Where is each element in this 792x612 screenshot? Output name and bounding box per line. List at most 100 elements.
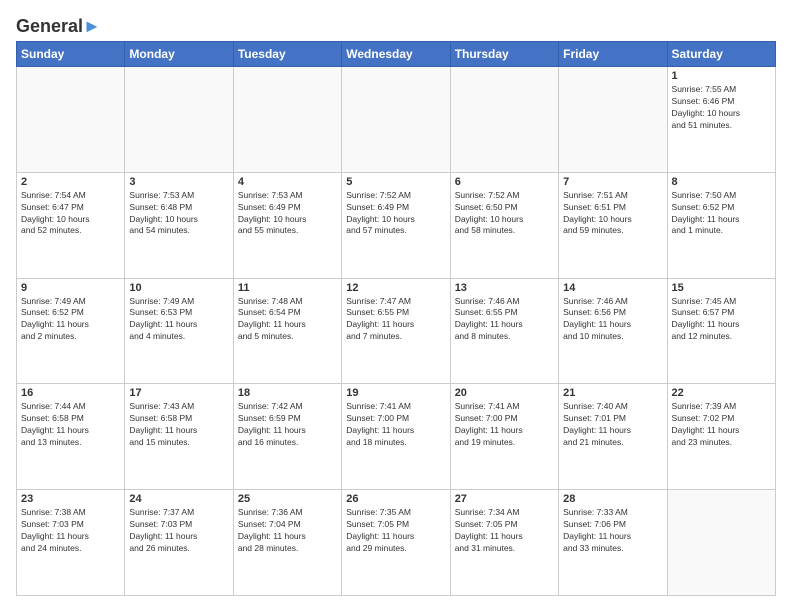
day-number: 7 — [563, 176, 662, 188]
day-info: Sunrise: 7:38 AM Sunset: 7:03 PM Dayligh… — [21, 507, 120, 555]
day-header-friday: Friday — [559, 42, 667, 67]
day-number: 10 — [129, 282, 228, 294]
calendar-cell: 9 Sunrise: 7:49 AM Sunset: 6:52 PM Daylig… — [17, 278, 125, 384]
day-info: Sunrise: 7:51 AM Sunset: 6:51 PM Dayligh… — [563, 190, 662, 238]
calendar-cell: 22 Sunrise: 7:39 AM Sunset: 7:02 PM Dayli… — [667, 384, 775, 490]
day-header-sunday: Sunday — [17, 42, 125, 67]
day-info: Sunrise: 7:40 AM Sunset: 7:01 PM Dayligh… — [563, 401, 662, 449]
calendar-cell — [450, 67, 558, 173]
calendar-cell — [233, 67, 341, 173]
calendar-cell: 5 Sunrise: 7:52 AM Sunset: 6:49 PM Daylig… — [342, 172, 450, 278]
day-number: 8 — [672, 176, 771, 188]
calendar-week-1: 1Sunrise: 7:55 AM Sunset: 6:46 PM Daylig… — [17, 67, 776, 173]
day-number: 21 — [563, 387, 662, 399]
calendar-cell: 4Sunrise: 7:53 AM Sunset: 6:49 PM Daylig… — [233, 172, 341, 278]
day-number: 18 — [238, 387, 337, 399]
logo-text: General► — [16, 16, 101, 37]
calendar-cell: 3 Sunrise: 7:53 AM Sunset: 6:48 PM Daylig… — [125, 172, 233, 278]
day-info: Sunrise: 7:33 AM Sunset: 7:06 PM Dayligh… — [563, 507, 662, 555]
day-info: Sunrise: 7:43 AM Sunset: 6:58 PM Dayligh… — [129, 401, 228, 449]
day-number: 26 — [346, 493, 445, 505]
day-number: 19 — [346, 387, 445, 399]
calendar-cell — [667, 490, 775, 596]
calendar-cell: 27 Sunrise: 7:34 AM Sunset: 7:05 PM Dayli… — [450, 490, 558, 596]
day-number: 16 — [21, 387, 120, 399]
day-info: Sunrise: 7:41 AM Sunset: 7:00 PM Dayligh… — [455, 401, 554, 449]
page: General► SundayMondayTuesdayWednesdayThu… — [0, 0, 792, 612]
calendar-header-row: SundayMondayTuesdayWednesdayThursdayFrid… — [17, 42, 776, 67]
day-header-wednesday: Wednesday — [342, 42, 450, 67]
calendar-cell: 19 Sunrise: 7:41 AM Sunset: 7:00 PM Dayli… — [342, 384, 450, 490]
day-info: Sunrise: 7:55 AM Sunset: 6:46 PM Dayligh… — [672, 84, 771, 132]
day-header-saturday: Saturday — [667, 42, 775, 67]
day-info: Sunrise: 7:35 AM Sunset: 7:05 PM Dayligh… — [346, 507, 445, 555]
day-info: Sunrise: 7:41 AM Sunset: 7:00 PM Dayligh… — [346, 401, 445, 449]
day-number: 28 — [563, 493, 662, 505]
calendar-cell: 6 Sunrise: 7:52 AM Sunset: 6:50 PM Daylig… — [450, 172, 558, 278]
day-number: 13 — [455, 282, 554, 294]
day-info: Sunrise: 7:53 AM Sunset: 6:48 PM Dayligh… — [129, 190, 228, 238]
day-number: 22 — [672, 387, 771, 399]
calendar-cell: 7 Sunrise: 7:51 AM Sunset: 6:51 PM Daylig… — [559, 172, 667, 278]
calendar-cell: 17 Sunrise: 7:43 AM Sunset: 6:58 PM Dayli… — [125, 384, 233, 490]
day-info: Sunrise: 7:52 AM Sunset: 6:49 PM Dayligh… — [346, 190, 445, 238]
day-header-tuesday: Tuesday — [233, 42, 341, 67]
day-info: Sunrise: 7:49 AM Sunset: 6:52 PM Dayligh… — [21, 296, 120, 344]
calendar-cell: 23 Sunrise: 7:38 AM Sunset: 7:03 PM Dayli… — [17, 490, 125, 596]
day-info: Sunrise: 7:46 AM Sunset: 6:55 PM Dayligh… — [455, 296, 554, 344]
day-info: Sunrise: 7:46 AM Sunset: 6:56 PM Dayligh… — [563, 296, 662, 344]
day-info: Sunrise: 7:54 AM Sunset: 6:47 PM Dayligh… — [21, 190, 120, 238]
calendar-cell: 10 Sunrise: 7:49 AM Sunset: 6:53 PM Dayli… — [125, 278, 233, 384]
day-number: 27 — [455, 493, 554, 505]
day-header-monday: Monday — [125, 42, 233, 67]
day-header-thursday: Thursday — [450, 42, 558, 67]
calendar-week-4: 16 Sunrise: 7:44 AM Sunset: 6:58 PM Dayli… — [17, 384, 776, 490]
calendar-cell: 20 Sunrise: 7:41 AM Sunset: 7:00 PM Dayli… — [450, 384, 558, 490]
calendar-cell: 13 Sunrise: 7:46 AM Sunset: 6:55 PM Dayli… — [450, 278, 558, 384]
calendar-cell: 21 Sunrise: 7:40 AM Sunset: 7:01 PM Dayli… — [559, 384, 667, 490]
calendar-cell: 1Sunrise: 7:55 AM Sunset: 6:46 PM Daylig… — [667, 67, 775, 173]
day-number: 25 — [238, 493, 337, 505]
day-info: Sunrise: 7:47 AM Sunset: 6:55 PM Dayligh… — [346, 296, 445, 344]
calendar-cell: 16 Sunrise: 7:44 AM Sunset: 6:58 PM Dayli… — [17, 384, 125, 490]
day-number: 3 — [129, 176, 228, 188]
day-number: 11 — [238, 282, 337, 294]
day-info: Sunrise: 7:37 AM Sunset: 7:03 PM Dayligh… — [129, 507, 228, 555]
day-info: Sunrise: 7:34 AM Sunset: 7:05 PM Dayligh… — [455, 507, 554, 555]
day-info: Sunrise: 7:44 AM Sunset: 6:58 PM Dayligh… — [21, 401, 120, 449]
calendar-table: SundayMondayTuesdayWednesdayThursdayFrid… — [16, 41, 776, 596]
day-number: 12 — [346, 282, 445, 294]
day-number: 6 — [455, 176, 554, 188]
calendar-cell: 28 Sunrise: 7:33 AM Sunset: 7:06 PM Dayli… — [559, 490, 667, 596]
day-number: 9 — [21, 282, 120, 294]
day-info: Sunrise: 7:48 AM Sunset: 6:54 PM Dayligh… — [238, 296, 337, 344]
calendar-week-2: 2 Sunrise: 7:54 AM Sunset: 6:47 PM Daylig… — [17, 172, 776, 278]
day-info: Sunrise: 7:42 AM Sunset: 6:59 PM Dayligh… — [238, 401, 337, 449]
day-number: 5 — [346, 176, 445, 188]
calendar-cell: 24 Sunrise: 7:37 AM Sunset: 7:03 PM Dayli… — [125, 490, 233, 596]
day-number: 17 — [129, 387, 228, 399]
day-info: Sunrise: 7:49 AM Sunset: 6:53 PM Dayligh… — [129, 296, 228, 344]
header: General► — [16, 16, 776, 33]
calendar-cell: 8 Sunrise: 7:50 AM Sunset: 6:52 PM Daylig… — [667, 172, 775, 278]
calendar-cell: 14Sunrise: 7:46 AM Sunset: 6:56 PM Dayli… — [559, 278, 667, 384]
calendar-cell — [125, 67, 233, 173]
day-info: Sunrise: 7:50 AM Sunset: 6:52 PM Dayligh… — [672, 190, 771, 238]
calendar-cell: 12 Sunrise: 7:47 AM Sunset: 6:55 PM Dayli… — [342, 278, 450, 384]
day-info: Sunrise: 7:53 AM Sunset: 6:49 PM Dayligh… — [238, 190, 337, 238]
calendar-cell: 18 Sunrise: 7:42 AM Sunset: 6:59 PM Dayli… — [233, 384, 341, 490]
day-number: 23 — [21, 493, 120, 505]
calendar-week-3: 9 Sunrise: 7:49 AM Sunset: 6:52 PM Daylig… — [17, 278, 776, 384]
calendar-cell — [559, 67, 667, 173]
day-info: Sunrise: 7:39 AM Sunset: 7:02 PM Dayligh… — [672, 401, 771, 449]
day-number: 20 — [455, 387, 554, 399]
calendar-cell — [342, 67, 450, 173]
calendar-cell — [17, 67, 125, 173]
day-number: 2 — [21, 176, 120, 188]
day-info: Sunrise: 7:52 AM Sunset: 6:50 PM Dayligh… — [455, 190, 554, 238]
day-info: Sunrise: 7:45 AM Sunset: 6:57 PM Dayligh… — [672, 296, 771, 344]
day-info: Sunrise: 7:36 AM Sunset: 7:04 PM Dayligh… — [238, 507, 337, 555]
day-number: 24 — [129, 493, 228, 505]
calendar-cell: 25 Sunrise: 7:36 AM Sunset: 7:04 PM Dayli… — [233, 490, 341, 596]
calendar-cell: 26 Sunrise: 7:35 AM Sunset: 7:05 PM Dayli… — [342, 490, 450, 596]
